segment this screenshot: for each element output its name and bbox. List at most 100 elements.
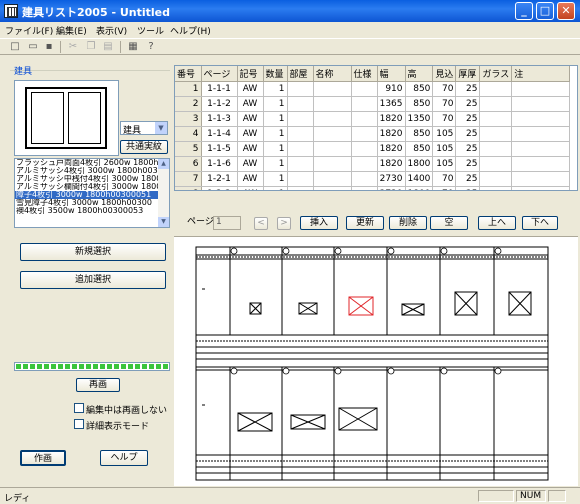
maximize-button[interactable]: □	[536, 2, 554, 20]
list-item[interactable]: アルミサッシ中桟付4枚引 3000w 1800	[15, 175, 160, 183]
column-header[interactable]: 数量	[263, 66, 288, 82]
table-cell[interactable]: 25	[455, 156, 481, 172]
table-cell[interactable]: 1-1-2	[201, 96, 238, 112]
table-cell[interactable]	[351, 126, 378, 142]
table-cell[interactable]: 1820	[377, 156, 406, 172]
table-cell[interactable]	[287, 156, 314, 172]
table-cell[interactable]	[287, 141, 314, 157]
table-cell[interactable]: 1365	[377, 96, 406, 112]
table-cell[interactable]: 1820	[377, 141, 406, 157]
table-cell[interactable]: 1820	[377, 111, 406, 127]
table-cell[interactable]: 1	[263, 156, 288, 172]
column-header[interactable]: 高	[405, 66, 434, 82]
no-redraw-checkbox[interactable]	[74, 403, 84, 413]
table-cell[interactable]: 1350	[405, 111, 434, 127]
list-item[interactable]: アルミサッシ4枚引 3000w 1800h0030	[15, 167, 160, 175]
table-cell[interactable]	[511, 96, 571, 112]
table-cell[interactable]	[287, 126, 314, 142]
table-cell[interactable]: 1800	[405, 186, 434, 190]
table-cell[interactable]: 25	[455, 81, 481, 97]
table-cell[interactable]	[313, 111, 352, 127]
table-row[interactable]: 2 1-1-2 AW 1 1365 850 70 25	[175, 96, 571, 112]
list-item[interactable]: アルミサッシ欄間付4枚引 3000w 1800	[15, 183, 160, 191]
open-icon[interactable]: ▭	[26, 41, 40, 53]
save-icon[interactable]: ▪	[42, 41, 56, 53]
new-icon[interactable]: □	[8, 41, 22, 53]
column-header[interactable]: ガラス	[479, 66, 513, 82]
close-button[interactable]: ✕	[557, 2, 575, 20]
fixture-elevation[interactable]	[338, 407, 378, 431]
table-cell[interactable]	[313, 96, 352, 112]
next-page-button[interactable]: >	[277, 217, 291, 230]
table-cell[interactable]	[313, 156, 352, 172]
draw-button[interactable]: 作画	[20, 450, 66, 466]
fixture-table[interactable]: 番号 ページ 記号 数量 部屋 名称 仕様幅高見込 厚厚 ガラス注 1 1-1-1 AW 1 910 85…	[174, 65, 578, 191]
list-item[interactable]: 障子4枚引 3000w 1800h00300051	[15, 191, 160, 199]
fixture-elevation[interactable]	[508, 291, 532, 316]
table-cell[interactable]	[511, 156, 571, 172]
minimize-button[interactable]: _	[515, 2, 533, 20]
table-cell[interactable]	[479, 156, 513, 172]
table-cell[interactable]: 70	[432, 171, 457, 187]
common-button[interactable]: 共通実紋	[120, 140, 168, 154]
prev-page-button[interactable]: <	[254, 217, 268, 230]
table-cell[interactable]: AW	[237, 141, 264, 157]
table-cell[interactable]: AW	[237, 96, 264, 112]
delete-button[interactable]: 削除	[389, 216, 427, 230]
table-cell[interactable]	[511, 186, 571, 190]
column-header[interactable]: 記号	[237, 66, 264, 82]
table-cell[interactable]: AW	[237, 126, 264, 142]
detail-mode-checkbox[interactable]	[74, 419, 84, 429]
table-cell[interactable]: 105	[432, 141, 457, 157]
table-cell[interactable]	[351, 156, 378, 172]
table-cell[interactable]: 850	[405, 96, 434, 112]
table-cell[interactable]	[351, 96, 378, 112]
table-cell[interactable]	[313, 81, 352, 97]
table-cell[interactable]: 850	[405, 141, 434, 157]
menu-tools[interactable]: ツール	[137, 24, 164, 37]
table-cell[interactable]: 1400	[405, 171, 434, 187]
scroll-up-icon[interactable]: ▲	[158, 159, 169, 169]
table-row[interactable]: 6 1-1-6 AW 1 1820 1800 105 25	[175, 156, 571, 172]
table-cell[interactable]	[313, 141, 352, 157]
table-cell[interactable]	[479, 126, 513, 142]
table-cell[interactable]	[351, 81, 378, 97]
table-cell[interactable]: 1800	[405, 156, 434, 172]
table-cell[interactable]: 25	[455, 141, 481, 157]
chevron-down-icon[interactable]: ▼	[155, 122, 167, 134]
table-cell[interactable]: AW	[237, 156, 264, 172]
table-cell[interactable]: 25	[455, 186, 481, 190]
column-header[interactable]: 注	[511, 66, 571, 82]
table-cell[interactable]: 1-1-6	[201, 156, 238, 172]
table-cell[interactable]	[479, 96, 513, 112]
print-icon[interactable]: ▦	[126, 41, 140, 53]
table-cell[interactable]	[351, 171, 378, 187]
table-cell[interactable]: 1	[263, 141, 288, 157]
list-item[interactable]: 襖4枚引 3500w 1800h00300053	[15, 207, 160, 215]
table-cell[interactable]: 1	[263, 171, 288, 187]
paste-icon[interactable]: ▤	[101, 41, 115, 53]
fixture-elevation[interactable]	[401, 303, 425, 316]
fixture-elevation[interactable]	[454, 291, 478, 316]
column-header[interactable]: 部屋	[287, 66, 314, 82]
column-header[interactable]: 見込	[432, 66, 457, 82]
empty-button[interactable]: 空	[430, 216, 468, 230]
table-cell[interactable]: AW	[237, 111, 264, 127]
table-cell[interactable]: 1	[263, 186, 288, 190]
cut-icon[interactable]: ✂	[66, 41, 80, 53]
column-header[interactable]: 幅	[377, 66, 406, 82]
row-number-cell[interactable]: 4	[175, 126, 202, 142]
table-cell[interactable]	[479, 111, 513, 127]
table-cell[interactable]: 25	[455, 126, 481, 142]
table-row[interactable]: 3 1-1-3 AW 1 1820 1350 70 25	[175, 111, 571, 127]
column-header[interactable]: 厚厚	[455, 66, 481, 82]
fixture-elevation[interactable]	[298, 302, 318, 315]
row-number-cell[interactable]: 6	[175, 156, 202, 172]
fixture-elevation-selected[interactable]	[348, 296, 374, 316]
table-cell[interactable]: 1	[263, 81, 288, 97]
new-select-button[interactable]: 新規選択	[20, 243, 166, 261]
table-cell[interactable]	[351, 186, 378, 190]
row-number-cell[interactable]: 2	[175, 96, 202, 112]
help-icon[interactable]: ?	[144, 41, 158, 53]
table-cell[interactable]: 2730	[377, 171, 406, 187]
